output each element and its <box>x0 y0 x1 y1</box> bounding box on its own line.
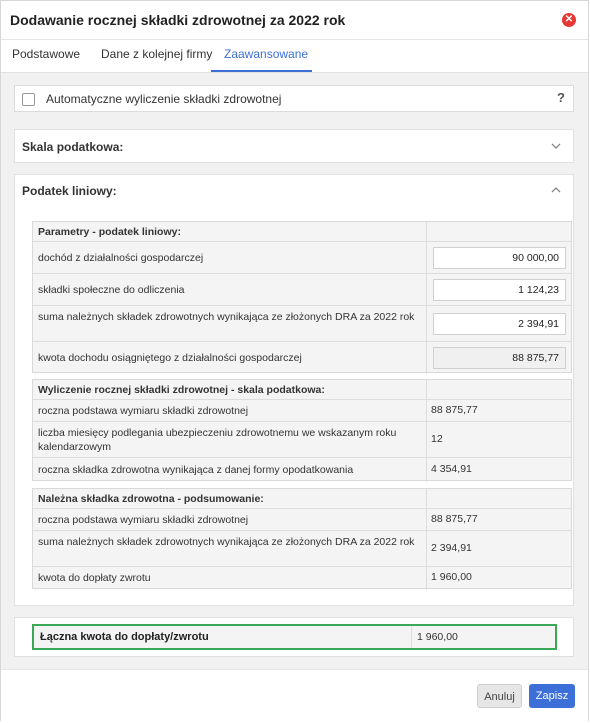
row-value: 1 960,00 <box>431 571 472 583</box>
row-value: 2 394,91 <box>431 542 472 554</box>
row-label: kwota do dopłaty zwrotu <box>38 572 151 584</box>
suma-skladek-input[interactable]: 2 394,91 <box>433 313 566 335</box>
table-row: roczna składka zdrowotna wynikająca z da… <box>33 458 571 482</box>
table-header-row: Należna składka zdrowotna - podsumowanie… <box>33 489 571 509</box>
dialog: Dodawanie rocznej składki zdrowotnej za … <box>0 0 589 723</box>
auto-calc-row: Automatyczne wyliczenie składki zdrowotn… <box>14 85 574 112</box>
active-tab-indicator <box>211 70 312 72</box>
cancel-button[interactable]: Anuluj <box>477 684 522 708</box>
row-label: roczna podstawa wymiaru składki zdrowotn… <box>38 405 249 417</box>
row-label: dochód z działalności gospodarczej <box>38 252 204 264</box>
table-row: roczna podstawa wymiaru składki zdrowotn… <box>33 400 571 422</box>
calc-header: Wyliczenie rocznej składki zdrowotnej - … <box>38 384 325 396</box>
dialog-content: Automatyczne wyliczenie składki zdrowotn… <box>1 73 588 669</box>
skladki-spoleczne-input[interactable]: 1 124,23 <box>433 279 566 301</box>
auto-calc-label[interactable]: Automatyczne wyliczenie składki zdrowotn… <box>46 92 281 106</box>
row-label: liczba miesięcy podlegania ubezpieczeniu… <box>38 427 397 453</box>
row-label: roczna składka zdrowotna wynikająca z da… <box>38 464 354 476</box>
tab-zaawansowane[interactable]: Zaawansowane <box>224 47 308 61</box>
total-value: 1 960,00 <box>417 631 458 643</box>
row-label: roczna podstawa wymiaru składki zdrowotn… <box>38 514 249 526</box>
calc-table: Wyliczenie rocznej składki zdrowotnej - … <box>32 379 572 482</box>
row-value: 88 875,77 <box>431 404 478 416</box>
tab-dane-z-kolejnej-firmy[interactable]: Dane z kolejnej firmy <box>101 47 212 61</box>
panel-podatek-liniowy: Podatek liniowy: Parametry - podatek lin… <box>14 174 574 606</box>
tab-bar: Podstawowe Dane z kolejnej firmy Zaawans… <box>1 39 588 73</box>
table-header-row: Parametry - podatek liniowy: <box>33 222 571 242</box>
table-row: roczna podstawa wymiaru składki zdrowotn… <box>33 509 571 531</box>
table-row: liczba miesięcy podlegania ubezpieczeniu… <box>33 422 571 458</box>
row-label: kwota dochodu osiągniętego z działalnośc… <box>38 352 302 364</box>
chevron-down-icon[interactable] <box>551 141 561 151</box>
tab-podstawowe[interactable]: Podstawowe <box>12 47 80 61</box>
title-bar: Dodawanie rocznej składki zdrowotnej za … <box>1 1 588 40</box>
table-row: suma należnych składek zdrowotnych wynik… <box>33 306 571 342</box>
row-label: suma należnych składek zdrowotnych wynik… <box>38 536 415 548</box>
panel-skala-podatkowa[interactable]: Skala podatkowa: <box>14 129 574 163</box>
params-table: Parametry - podatek liniowy: dochód z dz… <box>32 221 572 374</box>
save-button[interactable]: Zapisz <box>529 684 575 708</box>
table-row: kwota do dopłaty zwrotu 1 960,00 <box>33 567 571 590</box>
table-row: suma należnych składek zdrowotnych wynik… <box>33 531 571 567</box>
summary-table: Należna składka zdrowotna - podsumowanie… <box>32 488 572 590</box>
panel-liniowy-title[interactable]: Podatek liniowy: <box>22 184 117 198</box>
params-header: Parametry - podatek liniowy: <box>38 226 181 238</box>
help-icon[interactable]: ? <box>557 90 565 105</box>
dialog-title: Dodawanie rocznej składki zdrowotnej za … <box>10 12 346 28</box>
table-header-row: Wyliczenie rocznej składki zdrowotnej - … <box>33 380 571 400</box>
row-value: 88 875,77 <box>431 513 478 525</box>
dialog-footer: Anuluj Zapisz <box>1 669 588 723</box>
panel-skala-title[interactable]: Skala podatkowa: <box>22 140 123 154</box>
total-label: Łączna kwota do dopłaty/zwrotu <box>40 631 209 643</box>
chevron-up-icon[interactable] <box>551 185 561 195</box>
row-value: 12 <box>431 433 443 445</box>
summary-header: Należna składka zdrowotna - podsumowanie… <box>38 493 264 505</box>
row-label: suma należnych składek zdrowotnych wynik… <box>38 311 415 323</box>
close-icon[interactable]: ✕ <box>562 13 576 27</box>
kwota-dochodu-field: 88 875,77 <box>433 347 566 369</box>
auto-calc-checkbox[interactable] <box>22 93 35 106</box>
table-row: składki społeczne do odliczenia 1 124,23 <box>33 274 571 306</box>
total-row: Łączna kwota do dopłaty/zwrotu 1 960,00 <box>32 624 557 650</box>
dochod-input[interactable]: 90 000,00 <box>433 247 566 269</box>
row-label: składki społeczne do odliczenia <box>38 284 185 296</box>
table-row: dochód z działalności gospodarczej 90 00… <box>33 242 571 274</box>
row-value: 4 354,91 <box>431 463 472 475</box>
table-row: kwota dochodu osiągniętego z działalnośc… <box>33 342 571 374</box>
